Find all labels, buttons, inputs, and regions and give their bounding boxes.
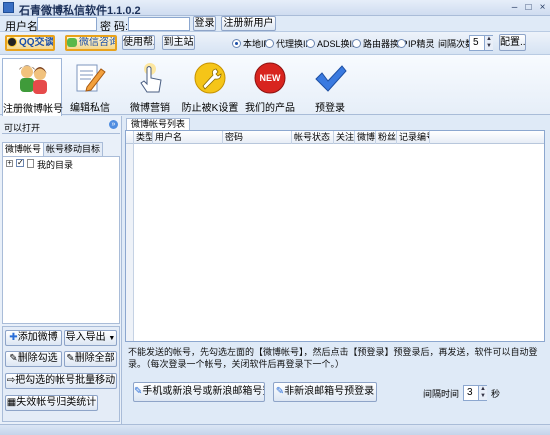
column-header-account-status[interactable]: 帐号状态 xyxy=(292,131,334,144)
move-icon: ⇨ xyxy=(6,375,16,386)
row-number-gutter xyxy=(126,144,134,341)
interval-time-unit: 秒 xyxy=(491,389,501,399)
wechat-icon xyxy=(67,37,77,47)
prelogin-nonsina-label: 非新浪邮箱号预登录 xyxy=(284,386,375,397)
column-header-username[interactable]: 用户名 xyxy=(153,131,223,144)
plus-icon: ✚ xyxy=(9,332,18,343)
close-icon[interactable]: × xyxy=(536,2,549,14)
invalid-account-stats-button[interactable]: ▦失效帐号归类统计 xyxy=(5,395,98,411)
qq-chat-label: QQ交谈 xyxy=(19,37,55,48)
config-button[interactable]: 配置... xyxy=(499,34,526,51)
divider xyxy=(2,133,120,134)
tree-root-checkbox[interactable]: ✓ xyxy=(16,159,24,167)
column-header-fans[interactable]: 粉丝 xyxy=(376,131,397,144)
account-list-title: 微博帐号列表 xyxy=(126,118,191,130)
tool-weibo-marketing-label: 微博营销 xyxy=(130,103,170,114)
qq-chat-button[interactable]: QQ交谈 xyxy=(5,35,55,51)
pointer-icon xyxy=(140,63,162,93)
dropdown-arrow-icon: ▼ xyxy=(108,335,116,342)
username-field[interactable] xyxy=(37,17,97,31)
pen-icon: ✎ xyxy=(275,386,285,397)
tool-register-accounts[interactable]: 注册微博帐号 xyxy=(2,58,63,116)
prelogin-phone-button[interactable]: ✎手机或新浪号或新浪邮箱号预登录 xyxy=(133,382,265,402)
bottom-actions: ✎手机或新浪号或新浪邮箱号预登录 ✎非新浪邮箱号预登录 间隔时间 3 ▲▼ 秒 xyxy=(125,372,545,412)
users-icon xyxy=(19,65,47,94)
table-header: 类型 用户名 密码 帐号状态 关注 微博 粉丝 记录编号 xyxy=(126,131,544,144)
add-weibo-label: 添加微博 xyxy=(17,332,58,343)
home-site-button[interactable]: 到主站 xyxy=(162,35,195,50)
tool-anti-ban-settings-label: 防止被K设置 xyxy=(181,103,239,114)
help-button[interactable]: 使用帮助 xyxy=(122,35,155,50)
account-tree: + ✓ 我的目录 xyxy=(2,156,120,324)
folder-icon xyxy=(27,159,34,168)
column-header-record-id[interactable]: 记录编号 xyxy=(397,131,430,144)
tool-edit-message-label: 编辑私信 xyxy=(70,103,110,114)
tool-register-accounts-label: 注册微博帐号 xyxy=(3,104,63,115)
interval-time-label: 间隔时间 xyxy=(423,389,460,399)
tool-our-products-label: 我们的产品 xyxy=(245,103,295,114)
status-bar xyxy=(0,424,550,435)
collapse-icon[interactable]: » xyxy=(109,120,118,129)
prelogin-nonsina-button[interactable]: ✎非新浪邮箱号预登录 xyxy=(273,382,377,402)
delete-checked-label: 删除勾选 xyxy=(17,353,58,364)
maximize-icon[interactable]: □ xyxy=(522,2,535,14)
radio-adsl-ip[interactable] xyxy=(306,39,315,48)
row-header-corner xyxy=(126,131,134,144)
column-header-weibo[interactable]: 微博 xyxy=(355,131,376,144)
spin-arrows-icon[interactable]: ▲ ▼ xyxy=(484,36,493,50)
import-export-button[interactable]: 导入导出 ▼ xyxy=(64,330,117,346)
password-field[interactable] xyxy=(128,17,190,31)
app-icon xyxy=(3,2,14,13)
radio-local-ip[interactable] xyxy=(232,39,241,48)
eraser-icon: ✎ xyxy=(66,353,75,364)
tree-root-label[interactable]: 我的目录 xyxy=(37,158,73,171)
column-header-type[interactable]: 类型 xyxy=(134,131,153,144)
radio-ip-elf-label: IP精灵 xyxy=(408,39,435,49)
minimize-icon[interactable]: – xyxy=(508,2,521,14)
delete-checked-button[interactable]: ✎删除勾选 xyxy=(5,351,62,367)
column-header-follow[interactable]: 关注 xyxy=(334,131,355,144)
column-header-password[interactable]: 密码 xyxy=(223,131,292,144)
wechat-button[interactable]: 微信咨询 xyxy=(65,35,117,51)
invalid-account-stats-label: 失效帐号归类统计 xyxy=(16,397,97,408)
tool-pre-login-label: 预登录 xyxy=(315,103,345,114)
account-table[interactable]: 类型 用户名 密码 帐号状态 关注 微博 粉丝 记录编号 xyxy=(125,130,545,342)
eraser-icon: ✎ xyxy=(9,353,18,364)
qq-icon xyxy=(7,37,17,48)
interval-count-value: 5 xyxy=(473,37,479,48)
tab-account-move-target[interactable]: 帐号移动目标 xyxy=(43,142,104,156)
radio-router-ip[interactable] xyxy=(352,39,361,48)
expand-icon[interactable]: + xyxy=(6,160,13,167)
tab-weibo-accounts[interactable]: 微博帐号 xyxy=(2,142,45,156)
new-badge-icon: NEW xyxy=(254,62,286,94)
stats-icon: ▦ xyxy=(6,397,17,408)
interval-time-stepper[interactable]: 3 ▲ ▼ xyxy=(463,385,487,401)
radio-ip-elf[interactable] xyxy=(397,39,406,48)
prelogin-phone-label: 手机或新浪号或新浪邮箱号预登录 xyxy=(142,386,264,397)
interval-count-stepper[interactable]: 5 ▲ ▼ xyxy=(469,35,493,51)
delete-all-label: 删除全部 xyxy=(74,353,115,364)
left-tabs: 微博帐号 帐号移动目标 xyxy=(2,142,120,156)
batch-move-button[interactable]: ⇨把勾选的帐号批量移动 xyxy=(5,373,117,389)
edit-icon xyxy=(76,64,106,92)
spin-arrows-icon[interactable]: ▲ ▼ xyxy=(478,386,487,400)
login-button[interactable]: 登录 xyxy=(193,16,216,31)
wrench-icon xyxy=(194,62,226,94)
svg-text:NEW: NEW xyxy=(260,73,282,83)
title-bar: 石青微博私信软件1.1.0.2 – □ × xyxy=(0,0,550,17)
batch-move-label: 把勾选的帐号批量移动 xyxy=(15,375,116,386)
add-weibo-button[interactable]: ✚添加微博 xyxy=(5,330,62,346)
checkmark-icon xyxy=(315,65,347,92)
import-export-label: 导入导出 xyxy=(65,332,106,343)
register-button[interactable]: 注册新用户 xyxy=(221,16,276,31)
notice-text: 不能发送的帐号，先勾选左面的【微博帐号】，然后点击【预登录】预登录后，再发送，软… xyxy=(128,347,538,369)
wechat-label: 微信咨询 xyxy=(79,37,117,48)
interval-time-value: 3 xyxy=(467,387,473,398)
radio-proxy-ip[interactable] xyxy=(265,39,274,48)
delete-all-button[interactable]: ✎删除全部 xyxy=(64,351,117,367)
window-title: 石青微博私信软件1.1.0.2 xyxy=(19,5,141,17)
